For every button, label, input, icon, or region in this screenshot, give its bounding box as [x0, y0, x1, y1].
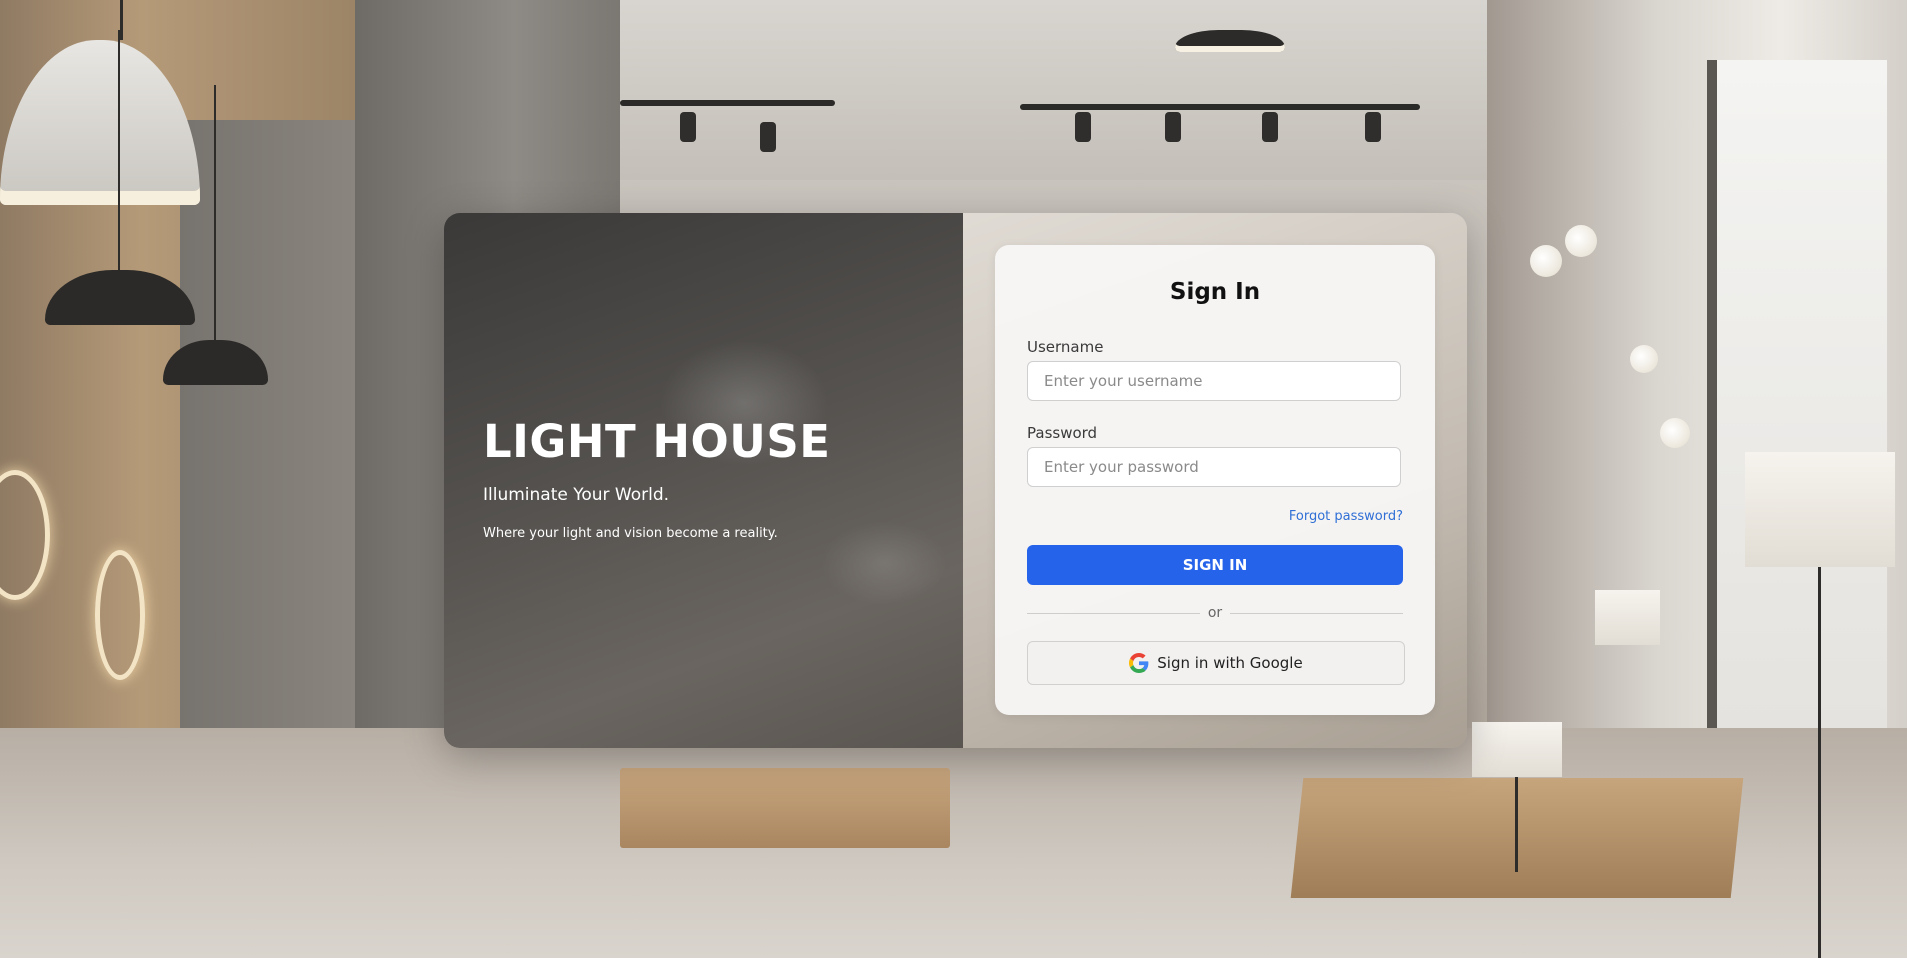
background-spotlight	[760, 122, 776, 152]
username-label: Username	[1027, 338, 1104, 356]
background-display-platform	[620, 768, 950, 848]
background-window	[1707, 60, 1887, 840]
background-floor-lamp-stand	[1818, 567, 1821, 958]
background-cord	[118, 30, 120, 300]
background-globe-lamp	[1630, 345, 1658, 373]
background-table-lamp-shade	[1472, 722, 1562, 777]
page-background: LIGHT HOUSE Illuminate Your World. Where…	[0, 0, 1907, 958]
or-divider: or	[1027, 605, 1404, 621]
background-table-lamp-shade	[1595, 590, 1660, 645]
background-spotlight	[1262, 112, 1278, 142]
password-label: Password	[1027, 424, 1098, 442]
password-input[interactable]	[1027, 447, 1401, 487]
background-gray-panel	[180, 120, 355, 820]
background-track-light	[620, 100, 835, 106]
sign-in-button[interactable]: SIGN IN	[1027, 545, 1403, 585]
background-spotlight	[680, 112, 696, 142]
background-globe-lamp	[1565, 225, 1597, 257]
background-spotlight	[1365, 112, 1381, 142]
background-floor-lamp-shade	[1745, 452, 1895, 567]
sign-in-form: Sign In Username Password Forgot passwor…	[995, 245, 1435, 715]
background-track-light	[1020, 104, 1420, 110]
google-g-icon	[1129, 653, 1149, 673]
google-button-label: Sign in with Google	[1157, 654, 1303, 672]
login-card: LIGHT HOUSE Illuminate Your World. Where…	[444, 213, 1467, 748]
background-spotlight	[1165, 112, 1181, 142]
brand-panel: LIGHT HOUSE Illuminate Your World. Where…	[444, 213, 963, 748]
background-ring-lamp	[95, 550, 145, 680]
background-spotlight	[1075, 112, 1091, 142]
form-panel: Sign In Username Password Forgot passwor…	[963, 213, 1467, 748]
divider-line-right	[1230, 612, 1404, 614]
background-ceiling	[620, 0, 1620, 180]
google-sign-in-button[interactable]: Sign in with Google	[1027, 641, 1405, 685]
forgot-password-link[interactable]: Forgot password?	[1289, 509, 1403, 524]
brand-subtitle: Where your light and vision become a rea…	[483, 526, 778, 541]
background-table-lamp-stand	[1515, 777, 1518, 872]
brand-title: LIGHT HOUSE	[483, 415, 831, 468]
background-cord	[120, 0, 123, 40]
divider-line-left	[1027, 612, 1200, 614]
divider-text: or	[1207, 605, 1223, 621]
background-globe-lamp	[1530, 245, 1562, 277]
background-cord	[214, 85, 216, 365]
brand-tagline: Illuminate Your World.	[483, 485, 670, 505]
background-globe-lamp	[1660, 418, 1690, 448]
username-input[interactable]	[1027, 361, 1401, 401]
sign-in-heading: Sign In	[1169, 279, 1261, 305]
background-ceiling-lamp	[1175, 30, 1285, 52]
